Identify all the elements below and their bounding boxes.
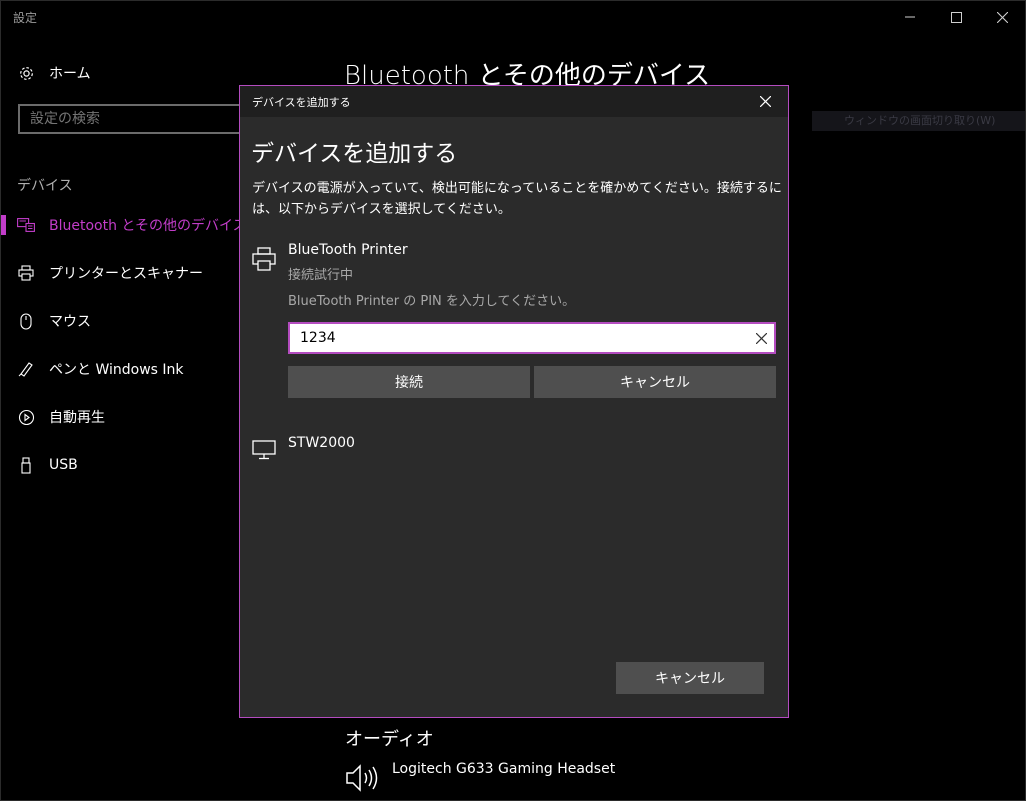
monitor-icon <box>252 440 276 464</box>
close-icon <box>759 96 771 107</box>
audio-section-title: オーディオ <box>345 729 434 750</box>
maximize-button[interactable] <box>933 1 979 33</box>
printer-icon <box>252 247 276 275</box>
sidebar-item-autoplay[interactable]: 自動再生 <box>1 395 231 439</box>
app-title: 設定 <box>13 11 38 25</box>
sidebar-item-usb[interactable]: USB <box>1 443 231 487</box>
pin-prompt: BlueTooth Printer の PIN を入力してください。 <box>288 294 576 309</box>
device-name: BlueTooth Printer <box>288 242 408 258</box>
search-input[interactable] <box>30 110 240 128</box>
sidebar-item-label: マウス <box>49 314 91 330</box>
pen-icon <box>17 360 35 378</box>
sidebar-item-printers[interactable]: プリンターとスキャナー <box>1 251 231 295</box>
keyboard-icon <box>17 216 35 234</box>
close-button[interactable] <box>979 1 1025 33</box>
section-label: デバイス <box>17 178 73 194</box>
device-item-stw2000[interactable]: STW2000 <box>240 432 788 472</box>
sidebar-item-label: ペンと Windows Ink <box>49 362 184 378</box>
window-controls <box>887 1 1025 33</box>
sidebar-item-mouse[interactable]: マウス <box>1 299 231 343</box>
maximize-icon <box>950 11 962 23</box>
connect-button[interactable]: 接続 <box>288 366 530 398</box>
clear-icon <box>755 332 767 344</box>
dialog-heading: デバイスを追加する <box>251 141 458 167</box>
pin-input-field[interactable] <box>288 322 776 354</box>
device-status: 接続試行中 <box>288 268 354 283</box>
minimize-icon <box>905 16 915 18</box>
cancel-button[interactable]: キャンセル <box>616 662 764 694</box>
dialog-title-bar: デバイスを追加する <box>240 86 788 117</box>
audio-device-name: Logitech G633 Gaming Headset <box>392 761 616 777</box>
sidebar-item-label: プリンターとスキャナー <box>49 266 203 282</box>
clear-input-button[interactable] <box>754 331 768 345</box>
sidebar-item-bluetooth[interactable]: Bluetooth とその他のデバイス <box>1 203 247 247</box>
snip-hint-text: ウィンドウの画面切り取り(W) <box>812 111 1025 131</box>
sidebar-item-label: Bluetooth とその他のデバイス <box>49 218 247 234</box>
mouse-icon <box>17 312 35 330</box>
dialog-title: デバイスを追加する <box>252 96 351 109</box>
add-device-dialog: デバイスを追加する デバイスを追加する デバイスの電源が入っていて、検出可能にな… <box>239 85 789 718</box>
title-bar: 設定 <box>1 1 1025 33</box>
speaker-icon <box>345 763 381 797</box>
sidebar-home-label: ホーム <box>49 66 91 82</box>
minimize-button[interactable] <box>887 1 933 33</box>
audio-device-item[interactable]: Logitech G633 Gaming Headset <box>345 759 745 795</box>
usb-icon <box>17 456 35 474</box>
printer-icon <box>17 264 35 282</box>
device-item-bluetooth-printer[interactable]: BlueTooth Printer 接続試行中 <box>240 239 788 285</box>
sidebar-item-label: 自動再生 <box>49 410 105 426</box>
sidebar-item-pen[interactable]: ペンと Windows Ink <box>1 347 231 391</box>
sidebar-item-label: USB <box>49 457 78 473</box>
sidebar-item-home[interactable]: ホーム <box>1 51 231 95</box>
autoplay-icon <box>17 408 35 426</box>
dialog-close-button[interactable] <box>742 86 788 117</box>
pin-input[interactable] <box>300 329 740 347</box>
settings-window: 設定 ホーム デバイス Bluetooth とその他のデバイス <box>0 0 1026 801</box>
device-name: STW2000 <box>288 435 355 451</box>
close-icon <box>996 11 1008 23</box>
pin-cancel-button[interactable]: キャンセル <box>534 366 776 398</box>
settings-search-box[interactable] <box>18 104 258 134</box>
gear-icon <box>17 64 35 82</box>
dialog-description: デバイスの電源が入っていて、検出可能になっていることを確かめてください。接続する… <box>252 181 782 217</box>
